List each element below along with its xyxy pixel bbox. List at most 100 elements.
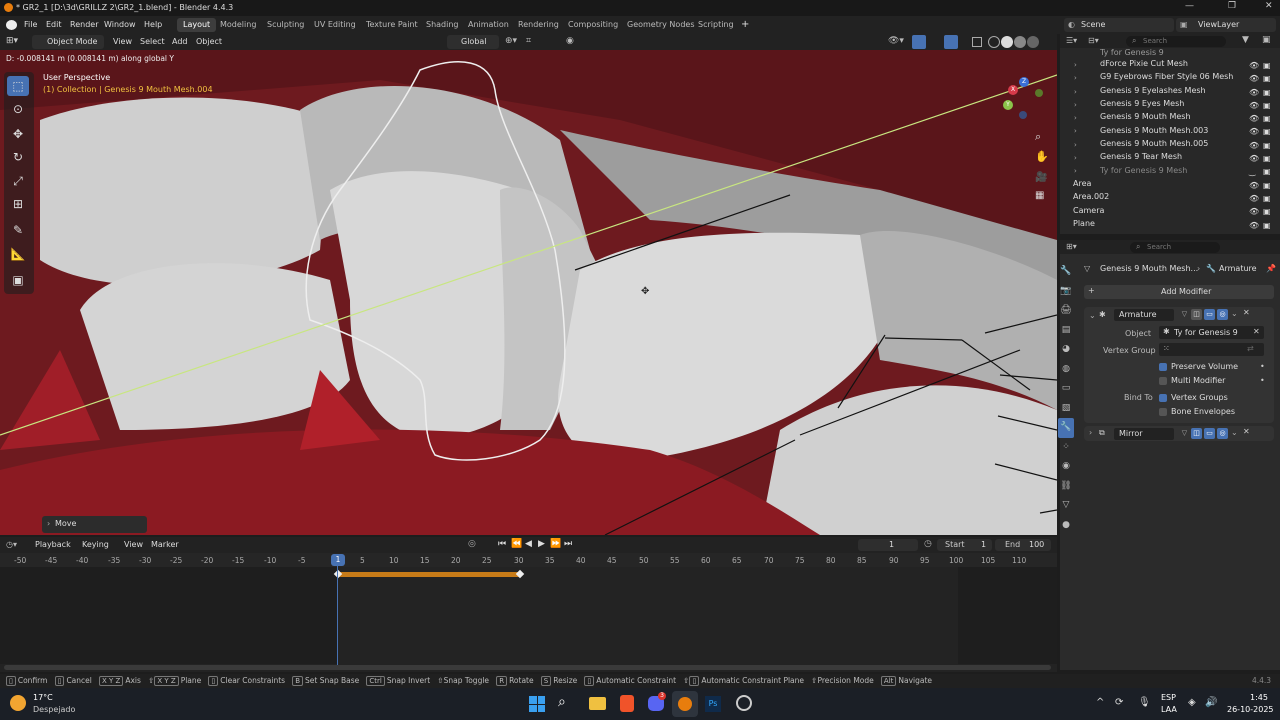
chevron-down-icon[interactable]: ⌄: [1089, 311, 1096, 320]
properties-editor-icon[interactable]: ⊞▾: [1066, 242, 1077, 251]
clock-time[interactable]: 1:45: [1250, 693, 1268, 702]
vertex-group-field[interactable]: ⁙ ⇄: [1159, 343, 1264, 356]
tab-sculpting[interactable]: Sculpting: [261, 18, 310, 32]
pivot-icon[interactable]: ⊕▾: [505, 36, 517, 46]
remove-modifier-icon[interactable]: ✕: [1243, 427, 1250, 436]
rotate-tool-icon[interactable]: ↻: [7, 147, 29, 167]
keyframe-range-bar[interactable]: [338, 572, 520, 577]
collection-tab-icon[interactable]: ▭: [1058, 379, 1074, 399]
outliner-item[interactable]: Genesis 9 Eyelashes Mesh: [1100, 86, 1206, 99]
chevron-right-icon[interactable]: ›: [1089, 428, 1092, 437]
clear-object-icon[interactable]: ✕: [1253, 327, 1260, 336]
file-explorer-icon[interactable]: [589, 697, 606, 710]
scene-tab-icon[interactable]: ◕: [1058, 340, 1074, 360]
tool-tab-icon[interactable]: 🔧: [1058, 262, 1074, 282]
armature-object-field[interactable]: ✱ Ty for Genesis 9 ✕: [1159, 326, 1264, 339]
frame-ruler[interactable]: -50 -45 -40 -35 -30 -25 -20 -15 -10 -5 1…: [0, 553, 1057, 567]
menu-timeline-view[interactable]: View: [124, 540, 143, 549]
vertex-groups-checkbox[interactable]: Vertex Groups: [1159, 393, 1228, 402]
invert-vertex-group-icon[interactable]: ⇄: [1247, 344, 1254, 353]
particles-tab-icon[interactable]: ⁘: [1058, 438, 1074, 458]
outliner-item[interactable]: Area.002: [1073, 192, 1109, 205]
bone-envelopes-checkbox[interactable]: Bone Envelopes: [1159, 407, 1235, 416]
ortho-grid-icon[interactable]: ▦: [1035, 190, 1044, 201]
keyframe-dot-icon[interactable]: •: [1260, 362, 1265, 371]
outliner-item[interactable]: Genesis 9 Mouth Mesh: [1100, 112, 1191, 125]
outliner-item[interactable]: Genesis 9 Eyes Mesh: [1100, 99, 1184, 112]
multi-modifier-checkbox[interactable]: Multi Modifier: [1159, 376, 1225, 385]
outliner-item[interactable]: Ty for Genesis 9 Mesh: [1100, 166, 1187, 179]
tab-rendering[interactable]: Rendering: [512, 18, 565, 32]
modifier-tab-icon[interactable]: 🔧: [1058, 418, 1074, 438]
annotate-tool-icon[interactable]: ✎: [7, 220, 29, 240]
filter-icon[interactable]: ▼: [1242, 35, 1249, 45]
preview-range-icon[interactable]: ◷: [924, 539, 932, 549]
display-mode-icon[interactable]: ⊟▾: [1088, 36, 1099, 45]
render-display-icon[interactable]: ◎: [1217, 428, 1228, 439]
volume-icon[interactable]: 🔊: [1205, 697, 1217, 708]
menu-keying[interactable]: Keying: [82, 540, 109, 549]
expand-arrows[interactable]: › › › › › › › › ›: [1074, 59, 1084, 179]
outliner-item[interactable]: Genesis 9 Mouth Mesh.005: [1100, 139, 1208, 152]
keyframe-dot-icon[interactable]: •: [1260, 376, 1265, 385]
edit-mode-icon[interactable]: ◫: [1191, 309, 1202, 320]
jump-end-icon[interactable]: ⏭: [564, 539, 572, 549]
photoshop-icon[interactable]: Ps: [705, 696, 721, 712]
3d-viewport[interactable]: D: -0.008141 m (0.008141 m) along global…: [0, 50, 1057, 535]
tray-overflow-icon[interactable]: ^: [1096, 697, 1104, 708]
physics-tab-icon[interactable]: ◉: [1058, 457, 1074, 477]
navigation-gizmo[interactable]: Z X Y: [1003, 75, 1051, 125]
viewport-display-icon[interactable]: ▭: [1204, 309, 1215, 320]
add-workspace-button[interactable]: +: [741, 19, 749, 30]
orientation-selector[interactable]: Global: [447, 35, 499, 49]
close-button[interactable]: ✕: [1265, 1, 1273, 11]
menu-add[interactable]: Add: [172, 37, 188, 46]
windows-start-icon[interactable]: [529, 696, 545, 712]
outliner-editor-icon[interactable]: ☰▾: [1066, 36, 1077, 45]
play-icon[interactable]: ▶: [538, 539, 545, 549]
outliner-item[interactable]: G9 Eyebrows Fiber Style 06 Mesh: [1100, 72, 1233, 85]
solid-shading-icon[interactable]: [1001, 36, 1013, 48]
material-shading-icon[interactable]: [1014, 36, 1026, 48]
tab-animation[interactable]: Animation: [462, 18, 515, 32]
armature-name-field[interactable]: Armature: [1114, 309, 1174, 321]
constraints-tab-icon[interactable]: ⛓: [1058, 477, 1074, 497]
menu-object[interactable]: Object: [196, 37, 222, 46]
menu-playback[interactable]: Playback: [35, 540, 71, 549]
wireframe-shading-icon[interactable]: [988, 36, 1000, 48]
render-display-icon[interactable]: ◎: [1217, 309, 1228, 320]
outliner-item[interactable]: Area: [1073, 179, 1091, 192]
end-frame-field[interactable]: End 100: [995, 539, 1051, 551]
rendered-shading-icon[interactable]: [1027, 36, 1039, 48]
edit-cage-icon[interactable]: ▽: [1179, 309, 1190, 320]
outliner-item[interactable]: Genesis 9 Tear Mesh: [1100, 152, 1182, 165]
measure-tool-icon[interactable]: 📐: [7, 244, 29, 264]
render-tab-icon[interactable]: 📷: [1058, 282, 1074, 302]
app-icon[interactable]: [736, 695, 752, 711]
select-box-tool-icon[interactable]: ⬚: [7, 76, 29, 96]
brave-browser-icon[interactable]: [620, 695, 634, 712]
gizmo-neg-y-axis[interactable]: [1035, 89, 1043, 97]
outliner-item[interactable]: Camera: [1073, 206, 1104, 219]
pan-hand-icon[interactable]: ✋: [1035, 150, 1049, 163]
viewport-display-icon[interactable]: ▭: [1204, 428, 1215, 439]
scene-selector[interactable]: ◐ Scene: [1064, 18, 1174, 32]
tray-sync-icon[interactable]: ⟳: [1115, 697, 1123, 708]
blender-menu-icon[interactable]: [6, 20, 17, 30]
modifier-menu-icon[interactable]: ⌄: [1231, 428, 1238, 437]
render-camera-icon[interactable]: ▣ ▣ ▣ ▣ ▣ ▣ ▣ ▣ ▣ ▣ ▣ ▣ ▣: [1263, 59, 1273, 234]
mirror-name-field[interactable]: Mirror: [1114, 428, 1174, 440]
proportional-edit-icon[interactable]: ◉: [566, 36, 574, 46]
gizmo-z-axis[interactable]: Z: [1019, 77, 1029, 87]
blender-taskbar-button[interactable]: [672, 691, 698, 717]
edit-mode-icon[interactable]: ◫: [1191, 428, 1202, 439]
move-tool-icon[interactable]: ✥: [7, 124, 29, 144]
view-layer-selector[interactable]: ▣ ViewLayer: [1176, 18, 1276, 32]
jump-keyframe-back-icon[interactable]: ⏪: [511, 539, 522, 549]
gizmo-neg-z-axis[interactable]: [1019, 111, 1027, 119]
add-modifier-button[interactable]: + Add Modifier: [1084, 285, 1274, 299]
tab-geometry-nodes[interactable]: Geometry Nodes: [621, 18, 700, 32]
minimize-button[interactable]: —: [1185, 1, 1194, 11]
current-frame-field[interactable]: 1: [858, 539, 918, 551]
visibility-eye-icon[interactable]: 👁 👁 👁 👁 👁 👁 👁 👁 ‿ 👁 👁 👁 👁: [1249, 59, 1259, 234]
